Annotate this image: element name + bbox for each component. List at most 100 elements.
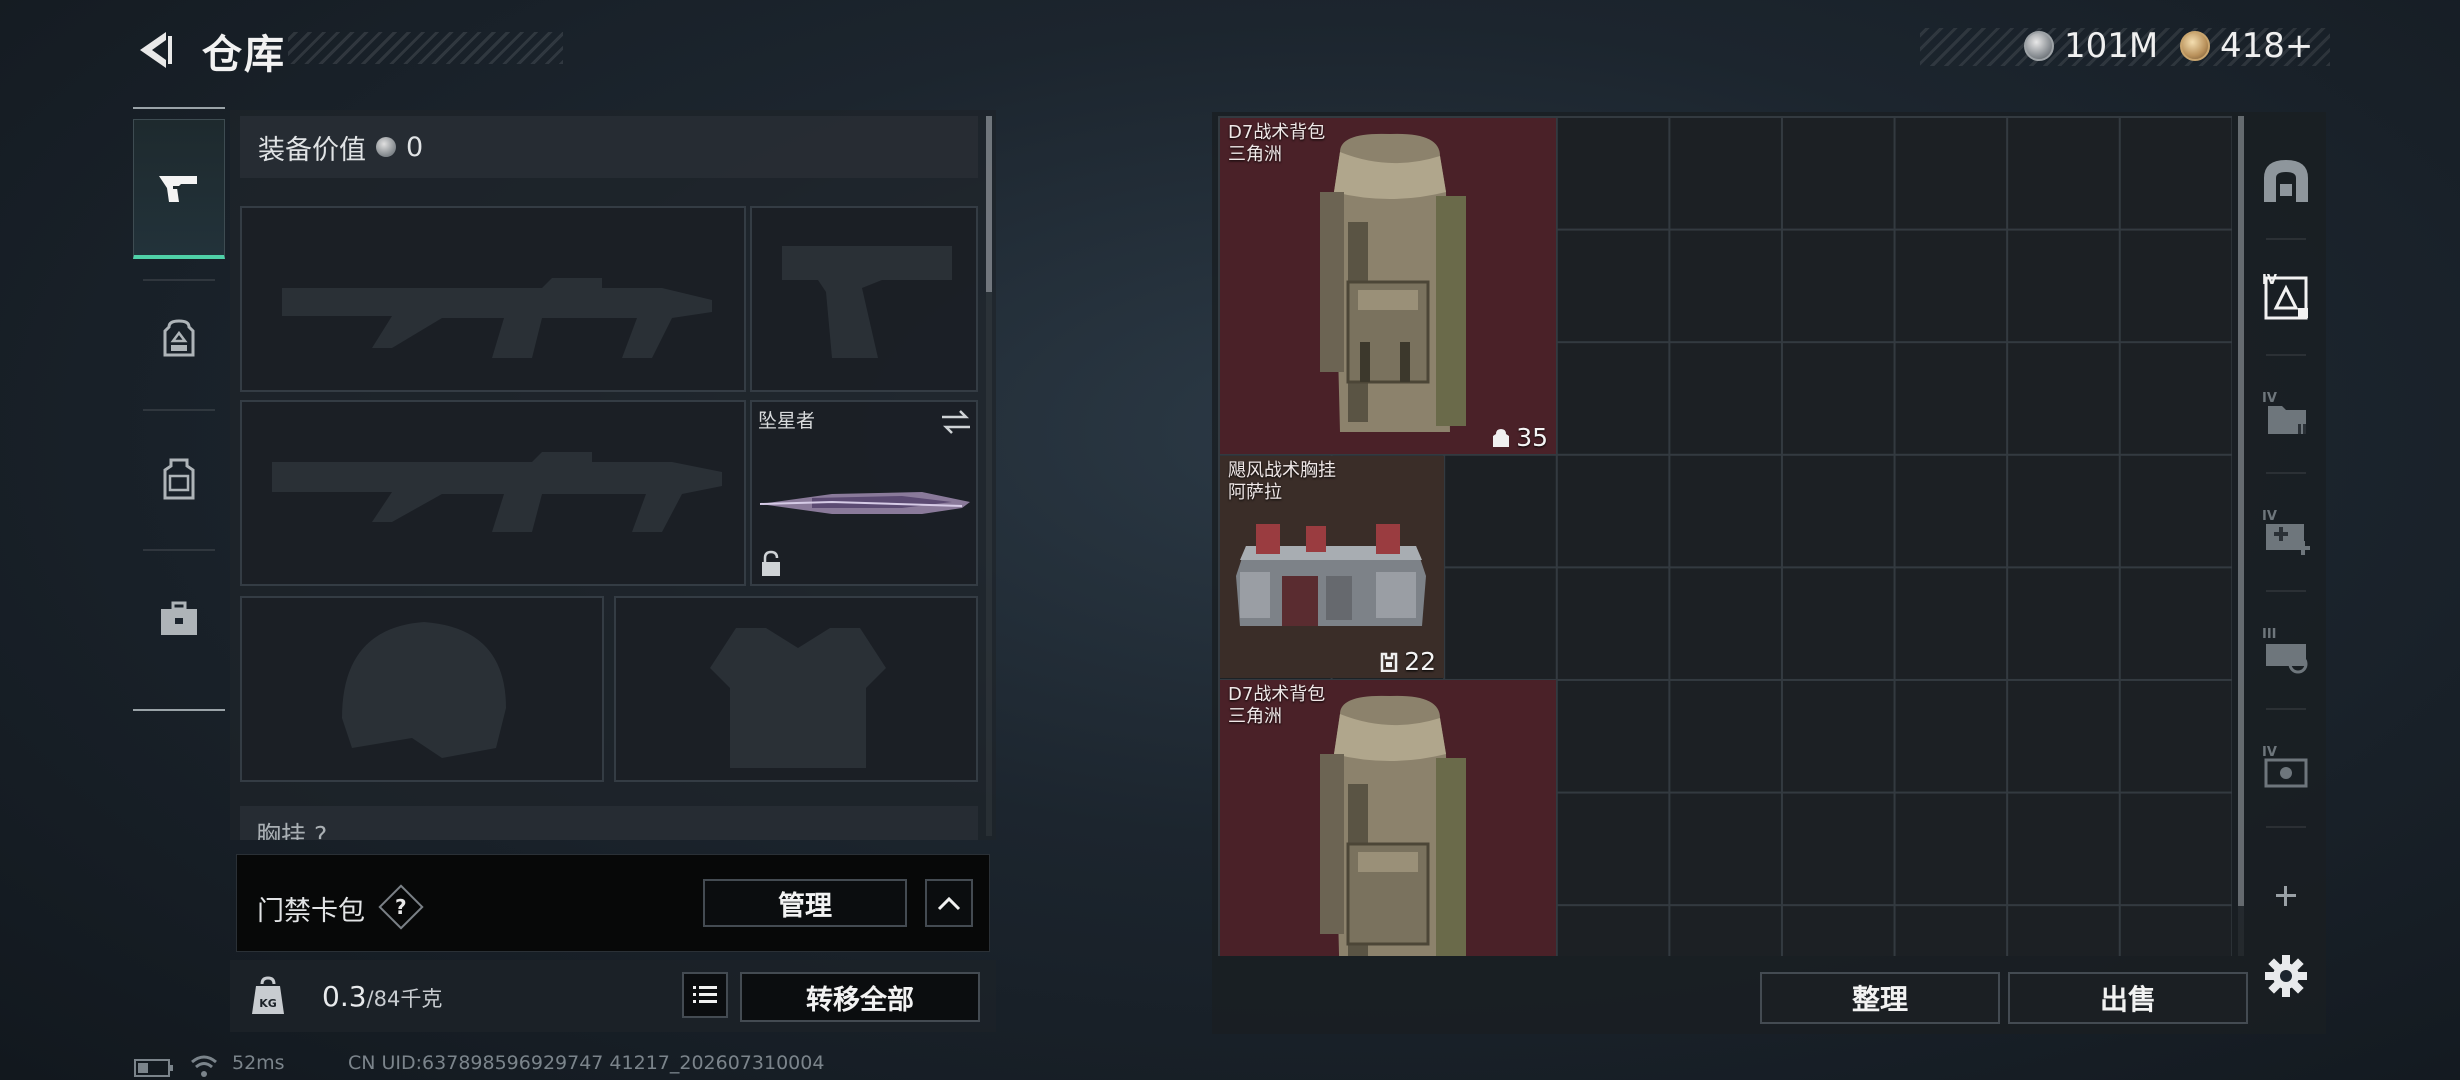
tier-iv-folder-icon[interactable]: IV	[2256, 384, 2316, 444]
melee-slot[interactable]: 坠星者	[750, 400, 978, 586]
item-name-line2: 三角洲	[1228, 144, 1282, 165]
sidearm-slot[interactable]	[750, 206, 978, 392]
list-icon	[693, 986, 717, 1003]
storage-panel: D7战术背包 三角洲 35 飓风战术胸挂 阿萨拉 22 D7战术背包 三角洲 整…	[1212, 112, 2326, 1034]
category-rail	[133, 107, 225, 711]
storage-item-backpack-2[interactable]: D7战术背包 三角洲	[1220, 680, 1556, 956]
rifle-silhouette-icon	[282, 278, 712, 358]
item-name-line1: D7战术背包	[1228, 684, 1326, 705]
rig-capacity-icon	[1380, 652, 1398, 672]
uid-readout: CN UID:637898596929747 41217_20260731000…	[348, 1052, 825, 1074]
svg-text:KG: KG	[259, 997, 277, 1010]
title-decoration	[288, 32, 563, 64]
chest-rig-item-icon	[1236, 524, 1426, 626]
equipment-value-label: 装备价值	[258, 134, 366, 166]
item-capacity: 22	[1380, 647, 1436, 676]
storage-grid[interactable]: D7战术背包 三角洲 35 飓风战术胸挂 阿萨拉 22 D7战术背包 三角洲	[1218, 116, 2232, 956]
storage-scrollbar[interactable]	[2238, 116, 2244, 906]
primary-weapon-slot-1[interactable]	[240, 206, 746, 392]
weight-max: /84千克	[366, 987, 443, 1011]
storage-item-backpack-1[interactable]: D7战术背包 三角洲 35	[1220, 118, 1556, 454]
rail-item-weapons[interactable]	[133, 119, 225, 259]
value-coin-icon	[376, 137, 396, 157]
tier-iv-storage-icon[interactable]: IV	[2256, 266, 2316, 326]
backpack-icon	[163, 319, 195, 357]
svg-text:IV: IV	[2262, 391, 2277, 406]
transfer-all-button[interactable]: 转移全部	[740, 972, 980, 1022]
item-capacity-value: 22	[1404, 647, 1436, 676]
lock-icon	[762, 550, 780, 576]
weight-current: 0.3	[322, 980, 367, 1013]
backpack-capacity-icon	[1493, 428, 1510, 447]
battery-icon	[134, 1059, 173, 1077]
loadout-panel: 装备价值 0 坠星者 胸挂 ?	[230, 110, 996, 840]
pistol-icon	[159, 175, 197, 202]
right-rail-separator	[2266, 590, 2306, 592]
loadout-scrollbar[interactable]	[986, 116, 992, 292]
tier-iv-medkit-icon[interactable]: IV	[2256, 502, 2316, 562]
collapse-button[interactable]	[925, 879, 973, 927]
helmet-silhouette-icon	[342, 622, 506, 758]
safe-box-icon[interactable]	[2256, 150, 2316, 210]
right-rail-separator	[2266, 354, 2306, 356]
rail-item-vest[interactable]	[133, 409, 225, 549]
armor-silhouette-icon	[710, 628, 886, 768]
backpack-item-icon	[1320, 133, 1466, 432]
primary-weapon-slot-2[interactable]	[240, 400, 746, 586]
weight-kg-icon: KG	[252, 976, 284, 1014]
vest-icon	[163, 458, 195, 500]
sort-button[interactable]: 整理	[1760, 972, 2000, 1024]
item-name: D7战术背包 三角洲	[1228, 684, 1325, 728]
manage-button[interactable]: 管理	[703, 879, 907, 927]
weight-bar: KG 0.3/84千克 转移全部	[230, 960, 996, 1032]
tier-iv-armor-icon[interactable]: IV	[2256, 738, 2316, 798]
right-rail-separator	[2266, 826, 2306, 828]
item-name-line2: 阿萨拉	[1228, 482, 1282, 503]
item-name-line2: 三角洲	[1228, 706, 1282, 727]
item-name: 飓风战术胸挂 阿萨拉	[1228, 460, 1336, 504]
currency-gold[interactable]: 418+	[2180, 26, 2313, 66]
currency-silver-value: 101M	[2064, 26, 2159, 66]
item-capacity-value: 35	[1516, 423, 1548, 452]
right-rail-separator	[2266, 472, 2306, 474]
chest-rig-row[interactable]: 胸挂 ?	[240, 806, 978, 840]
melee-name: 坠星者	[758, 410, 816, 432]
toolbox-icon	[161, 601, 197, 635]
help-icon[interactable]: ?	[378, 884, 424, 930]
keycard-bar: 门禁卡包 ? 管理	[236, 854, 990, 952]
backpack-item-icon	[1320, 695, 1466, 956]
add-icon[interactable]	[2256, 866, 2316, 926]
currency-gold-value: 418+	[2220, 26, 2314, 66]
svg-text:IV: IV	[2262, 273, 2277, 288]
armor-slot[interactable]	[614, 596, 978, 782]
item-name-line1: 飓风战术胸挂	[1228, 460, 1336, 481]
weight-readout: 0.3/84千克	[322, 980, 442, 1013]
swap-icon[interactable]	[940, 408, 972, 436]
equipment-value: 0	[406, 131, 424, 163]
silver-coin-icon	[2024, 31, 2054, 61]
settings-icon[interactable]	[2256, 946, 2316, 1006]
helmet-slot[interactable]	[240, 596, 604, 782]
storage-item-chest-rig[interactable]: 飓风战术胸挂 阿萨拉 22	[1220, 456, 1444, 678]
item-capacity: 35	[1492, 423, 1548, 452]
ping-readout: 52ms	[232, 1052, 285, 1074]
rail-item-toolbox[interactable]	[133, 549, 225, 689]
svg-text:III: III	[2262, 627, 2277, 642]
back-arrow-icon[interactable]	[130, 26, 178, 74]
keycard-label: 门禁卡包	[257, 896, 365, 927]
right-rail-separator	[2266, 238, 2306, 240]
svg-text:IV: IV	[2262, 745, 2277, 760]
item-name: D7战术背包 三角洲	[1228, 122, 1325, 166]
list-view-button[interactable]	[682, 972, 728, 1018]
sell-button[interactable]: 出售	[2008, 972, 2248, 1024]
gold-coin-icon	[2180, 31, 2210, 61]
rifle-silhouette-icon	[272, 452, 722, 532]
item-name-line1: D7战术背包	[1228, 122, 1326, 143]
tier-iii-ammo-icon[interactable]: III	[2256, 620, 2316, 680]
knife-icon	[759, 492, 970, 514]
page-title: 仓库	[202, 32, 286, 78]
pistol-silhouette-icon	[782, 246, 952, 358]
svg-text:IV: IV	[2262, 509, 2277, 524]
rail-item-backpack[interactable]	[133, 269, 225, 409]
currency-silver[interactable]: 101M	[2024, 26, 2158, 66]
